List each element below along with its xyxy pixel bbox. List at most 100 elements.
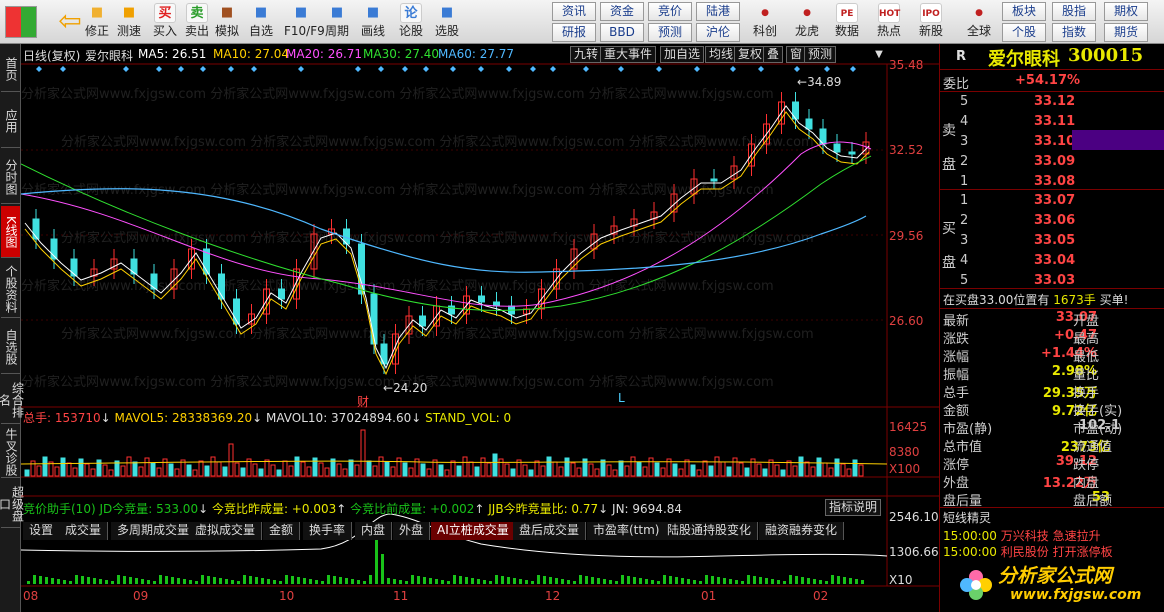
event-mark-finance[interactable]: 财 (357, 393, 369, 410)
indicator-help-button[interactable]: 指标说明 (825, 499, 882, 516)
chart-control-6[interactable]: 窗 (786, 46, 807, 63)
small-button-r1-2[interactable]: 竞价 (648, 2, 692, 21)
ask-row[interactable]: 3 33.10 (960, 134, 1075, 152)
chart-control-1[interactable]: 重大事件 (600, 46, 657, 63)
chart-control-0[interactable]: 九转 (570, 46, 603, 63)
indicator-tab-0[interactable]: 设置 (23, 522, 61, 540)
auction-bar (465, 577, 468, 584)
small-button-r1-3[interactable]: 陆港 (696, 2, 740, 21)
right-button-3[interactable]: 个股 (1002, 23, 1046, 42)
volume-bar (540, 465, 546, 477)
indicator-tab-11[interactable]: 陆股通持股变化 (661, 522, 759, 540)
kline-chart-area[interactable]: 分析家公式网www.fxjgsw.com 分析家公式网www.fxjgsw.co… (21, 44, 939, 612)
auction-bar (717, 577, 720, 584)
dropdown-arrow-icon[interactable]: ▼ (872, 46, 886, 63)
small-button-r2-1[interactable]: BBD (600, 23, 644, 42)
small-button-r2-0[interactable]: 研报 (552, 23, 596, 42)
right-button-4[interactable]: 指数 (1052, 23, 1096, 42)
small-button-r1-1[interactable]: 资金 (600, 2, 644, 21)
chart-control-7[interactable]: 预测 (804, 46, 837, 63)
chart-control-2[interactable]: 加自选 (660, 46, 705, 63)
toolbar-button-5[interactable]: ■ 自选 (244, 0, 278, 44)
auction-bar (819, 580, 822, 584)
ask-row[interactable]: 4 33.11 (960, 114, 1075, 132)
auction-bar (219, 578, 222, 584)
leftnav-item-6[interactable]: 综合排名 (0, 376, 25, 424)
volume-bar (216, 461, 222, 477)
indicator-tab-1[interactable]: 成交量 (59, 522, 109, 540)
ipo-icon: IPO (920, 3, 942, 23)
volume-bar (222, 466, 228, 477)
toolbar-button-3[interactable]: 卖卖出 (180, 0, 214, 44)
candle-body (833, 143, 841, 153)
toolbar-button-10[interactable]: ■ 选股 (430, 0, 464, 44)
leftnav-item-8[interactable]: 超级盘口 (0, 480, 25, 528)
indicator-tab-12[interactable]: 融资融券变化 (759, 522, 845, 540)
toolbar-button-6[interactable]: ■ F10/F9 (284, 0, 325, 44)
indicator-tab-3[interactable]: 虚拟成交量 (189, 522, 263, 540)
event-diamond (506, 66, 512, 72)
bid-row[interactable]: 2 33.06 (960, 213, 1075, 231)
right-button-2[interactable]: 期权 (1104, 2, 1148, 21)
indicator-tab-6[interactable]: 内盘 (355, 522, 393, 540)
high-price-label: ←34.89 (797, 75, 842, 89)
indicator-tab-8[interactable]: AI立桩成交量 (431, 522, 516, 540)
indicator-tab-10[interactable]: 市盈率(ttm) (587, 522, 667, 540)
indicator-tab-2[interactable]: 多周期成交量 (111, 522, 197, 540)
volume-bar (762, 468, 768, 477)
leftnav-item-7[interactable]: 牛叉诊股 (1, 426, 20, 478)
toolbar-button-7[interactable]: ■ 周期 (320, 0, 354, 44)
leftnav-item-2[interactable]: 分时图 (1, 150, 20, 204)
toolbar2-button-3[interactable]: HOT 热点 (870, 0, 908, 44)
volume-bar (834, 458, 840, 477)
small-button-r2-3[interactable]: 沪伦 (696, 23, 740, 42)
auction-bar (309, 579, 312, 584)
auction-bar (573, 581, 576, 584)
indicator-tab-9[interactable]: 盘后成交量 (513, 522, 587, 540)
volume-bar (474, 466, 480, 477)
event-diamond (251, 66, 257, 72)
ask-row[interactable]: 5 33.12 (960, 94, 1075, 112)
right-button-0[interactable]: 板块 (1002, 2, 1046, 21)
auction-bar (639, 578, 642, 584)
toolbar2-button-4[interactable]: IPO 新股 (912, 0, 950, 44)
toolbar-button-1[interactable]: ■ 测速 (112, 0, 146, 44)
toolbar2-button-2[interactable]: PE 数据 (828, 0, 866, 44)
bid-row[interactable]: 3 33.05 (960, 233, 1075, 251)
toolbar-button-2[interactable]: 买买入 (148, 0, 182, 44)
toolbar-button-8[interactable]: ■ 画线 (356, 0, 390, 44)
ask-row[interactable]: 2 33.09 (960, 154, 1075, 172)
volume-bar (546, 456, 552, 477)
toolbar2-button-1[interactable]: ● 龙虎 (788, 0, 826, 44)
chart-control-5[interactable]: 叠 (763, 46, 784, 63)
indicator-tab-5[interactable]: 换手率 (303, 522, 353, 540)
right-button-5[interactable]: 期货 (1104, 23, 1148, 42)
volume-bar (30, 460, 36, 477)
leftnav-item-4[interactable]: 个股资料 (1, 260, 20, 318)
bid-row[interactable]: 4 33.04 (960, 253, 1075, 271)
ask-price: 33.09 (1034, 154, 1076, 169)
f10-icon: ■ (294, 5, 308, 20)
leftnav-item-5[interactable]: 自选股 (1, 320, 20, 374)
small-button-r2-2[interactable]: 预测 (648, 23, 692, 42)
color-grid-icon[interactable] (5, 6, 37, 38)
leftnav-item-0[interactable]: 首页 (1, 46, 20, 92)
toolbar-button-9[interactable]: 论论股 (394, 0, 428, 44)
leftnav-item-3[interactable]: K线图 (1, 206, 20, 258)
right-button-1[interactable]: 股指 (1052, 2, 1096, 21)
volume-bar (132, 461, 138, 477)
chart-control-4[interactable]: 复权 (734, 46, 767, 63)
chart-control-3[interactable]: 均线 (705, 46, 738, 63)
toolbar-button-0[interactable]: ■ 修正 (80, 0, 114, 44)
leftnav-item-1[interactable]: 应用 (1, 94, 20, 148)
indicator-tab-4[interactable]: 金额 (263, 522, 301, 540)
volume-indicator-line: 总手: 153710↓ MAVOL5: 28338369.20↓ MAVOL10… (23, 411, 512, 425)
small-button-r1-0[interactable]: 资讯 (552, 2, 596, 21)
toolbar2-button-5[interactable]: ● 全球 (960, 0, 998, 44)
indicator-tab-7[interactable]: 外盘 (393, 522, 431, 540)
bid-row[interactable]: 1 33.07 (960, 193, 1075, 211)
toolbar-button-4[interactable]: ■ 模拟 (210, 0, 244, 44)
auction-bar (75, 575, 78, 584)
price-axis-label: 29.56 (889, 229, 924, 243)
toolbar2-button-0[interactable]: ● 科创 (746, 0, 784, 44)
